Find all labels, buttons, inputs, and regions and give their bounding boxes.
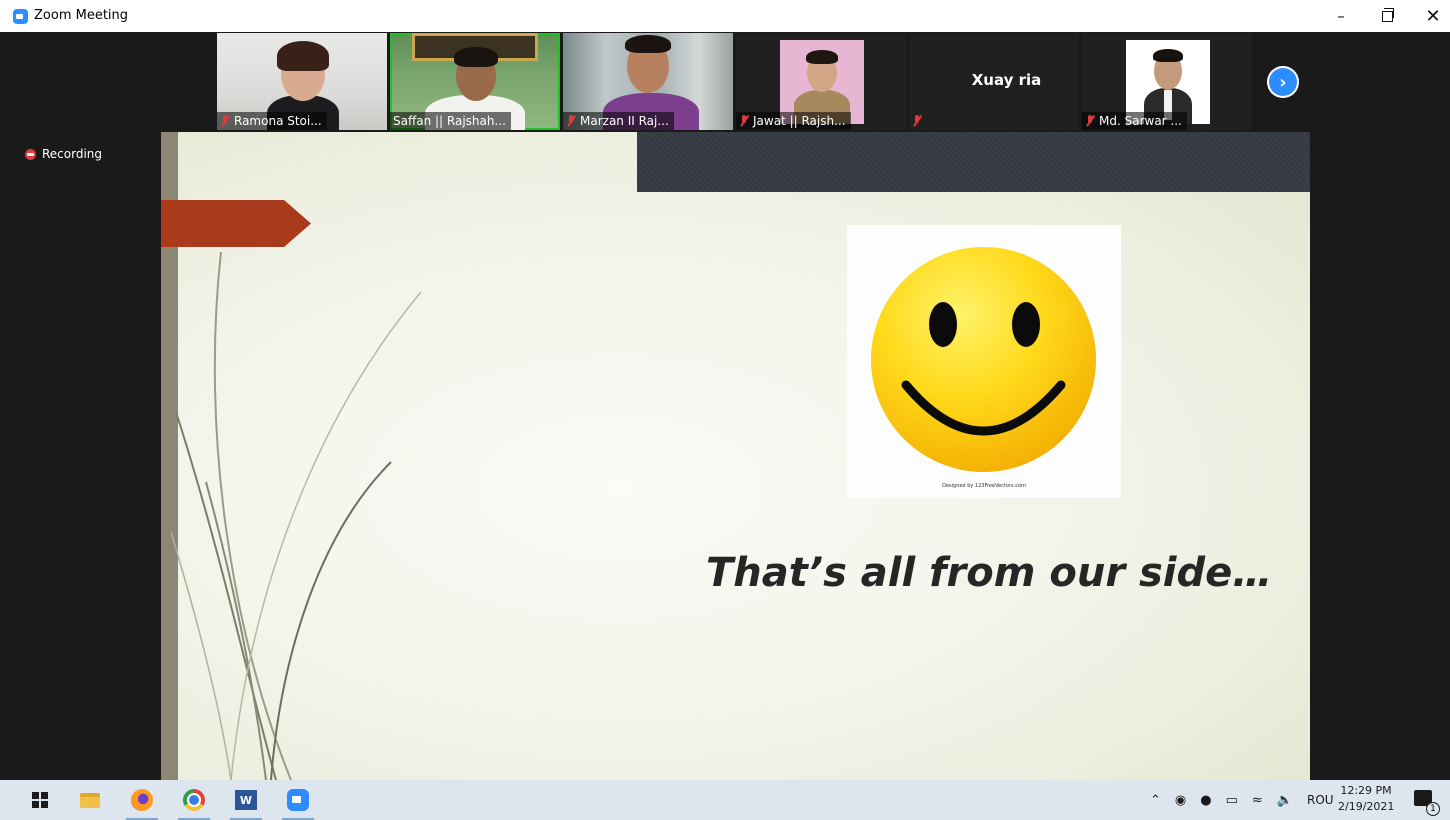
smiley-face-icon bbox=[871, 247, 1096, 472]
taskbar-firefox[interactable] bbox=[122, 780, 162, 820]
start-icon bbox=[32, 792, 48, 808]
participant-tile[interactable]: Md. Sarwar ... bbox=[1082, 33, 1252, 130]
participant-name: Ramona Stoi... bbox=[234, 114, 322, 128]
recording-icon bbox=[25, 148, 36, 160]
clock-time: 12:29 PM bbox=[1340, 784, 1392, 797]
taskbar-zoom[interactable] bbox=[278, 780, 318, 820]
shared-screen-slide: Designed by 123FreeVectors.com That’s al… bbox=[161, 132, 1310, 780]
muted-mic-icon bbox=[566, 115, 576, 127]
title-bar: Zoom Meeting – ✕ bbox=[0, 0, 1450, 32]
muted-mic-icon bbox=[912, 115, 922, 127]
participant-name-tag: Saffan || Rajshah... bbox=[390, 112, 511, 130]
close-button[interactable]: ✕ bbox=[1410, 0, 1450, 32]
taskbar-file-explorer[interactable] bbox=[70, 780, 110, 820]
window-title: Zoom Meeting bbox=[34, 8, 129, 23]
restore-button[interactable] bbox=[1364, 0, 1410, 32]
windows-taskbar: W ⌃ ◉ ● ▭ ≈ 🔈 ROU 12:29 PM 2/19/2021 1 bbox=[0, 780, 1450, 820]
slide-decorative-curves bbox=[170, 251, 422, 780]
participant-name: Saffan || Rajshah... bbox=[393, 114, 506, 128]
wifi-icon[interactable]: ≈ bbox=[1252, 793, 1263, 808]
participant-tile[interactable]: Ramona Stoi... bbox=[217, 33, 387, 130]
participant-tile-active-speaker[interactable]: Saffan || Rajshah... bbox=[390, 33, 560, 130]
notification-count-badge: 1 bbox=[1426, 802, 1440, 816]
word-icon: W bbox=[235, 790, 257, 810]
clock-date: 2/19/2021 bbox=[1338, 800, 1395, 813]
chrome-icon bbox=[183, 789, 205, 811]
file-explorer-icon bbox=[80, 792, 100, 808]
minimize-button[interactable]: – bbox=[1318, 0, 1364, 32]
participant-name-tag: Marzan II Raj... bbox=[563, 112, 674, 130]
clock[interactable]: 12:29 PM 2/19/2021 bbox=[1338, 783, 1394, 815]
system-tray: ⌃ ◉ ● ▭ ≈ 🔈 ROU bbox=[1150, 780, 1334, 820]
show-hidden-icons-chevron-icon[interactable]: ⌃ bbox=[1150, 793, 1161, 808]
participant-tile-video-off[interactable]: Xuay ria bbox=[909, 33, 1079, 130]
taskbar-word[interactable]: W bbox=[226, 780, 266, 820]
meet-now-icon[interactable]: ◉ bbox=[1175, 793, 1186, 808]
participant-name: Marzan II Raj... bbox=[580, 114, 669, 128]
participant-tile[interactable]: Jawat || Rajsh... bbox=[736, 33, 906, 130]
start-button[interactable] bbox=[20, 780, 60, 820]
battery-icon[interactable]: ▭ bbox=[1226, 793, 1238, 808]
participant-name: Md. Sarwar ... bbox=[1099, 114, 1182, 128]
recording-label: Recording bbox=[42, 147, 103, 161]
taskbar-chrome[interactable] bbox=[174, 780, 214, 820]
next-participants-arrow-icon[interactable]: › bbox=[1267, 66, 1299, 98]
firefox-icon bbox=[131, 789, 153, 811]
zoom-meeting-area: Ramona Stoi... Saffan || Rajshah... Marz… bbox=[11, 32, 1450, 780]
zoom-app-icon bbox=[13, 9, 28, 24]
participant-name-tag bbox=[909, 112, 927, 130]
language-indicator[interactable]: ROU bbox=[1307, 793, 1334, 807]
participant-tile[interactable]: Marzan II Raj... bbox=[563, 33, 733, 130]
participant-name: Jawat || Rajsh... bbox=[753, 114, 846, 128]
microphone-icon[interactable]: ● bbox=[1200, 793, 1211, 808]
muted-mic-icon bbox=[1085, 115, 1095, 127]
slide-closing-text: That’s all from our side… bbox=[706, 550, 1273, 596]
image-credit: Designed by 123FreeVectors.com bbox=[942, 483, 1026, 489]
smiley-image: Designed by 123FreeVectors.com bbox=[847, 225, 1121, 498]
participant-name-center: Xuay ria bbox=[971, 71, 1042, 89]
participant-name-tag: Md. Sarwar ... bbox=[1082, 112, 1187, 130]
zoom-icon bbox=[287, 789, 309, 811]
slide-header-band bbox=[637, 132, 1310, 192]
recording-indicator: Recording bbox=[25, 147, 102, 161]
muted-mic-icon bbox=[739, 115, 749, 127]
muted-mic-icon bbox=[220, 115, 230, 127]
participant-name-tag: Ramona Stoi... bbox=[217, 112, 327, 130]
participant-name-tag: Jawat || Rajsh... bbox=[736, 112, 851, 130]
volume-icon[interactable]: 🔈 bbox=[1277, 793, 1293, 808]
